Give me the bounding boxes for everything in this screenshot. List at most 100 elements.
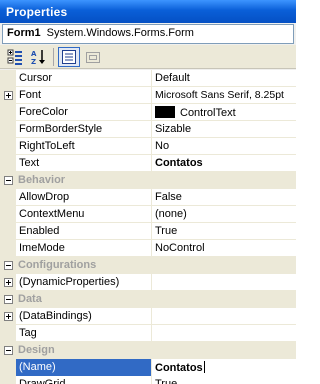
property-name[interactable]: ContextMenu [16, 206, 152, 223]
property-row-drawgrid[interactable]: DrawGrid True [0, 376, 296, 384]
property-value-text: (none) [155, 208, 187, 220]
property-value[interactable]: True [152, 223, 296, 240]
toolbar-separator [53, 48, 54, 66]
category-design[interactable]: Design [0, 342, 296, 359]
property-name[interactable]: AllowDrop [16, 189, 152, 206]
row-margin [0, 70, 16, 87]
object-type: System.Windows.Forms.Form [46, 27, 194, 39]
property-row-forecolor[interactable]: ForeColor ControlText [0, 104, 296, 121]
property-row-formborderstyle[interactable]: FormBorderStyle Sizable [0, 121, 296, 138]
property-pages-icon [86, 52, 100, 63]
category-data[interactable]: Data [0, 291, 296, 308]
collapse-icon[interactable] [4, 346, 13, 355]
property-name[interactable]: DrawGrid [16, 376, 152, 384]
property-row-contextmenu[interactable]: ContextMenu (none) [0, 206, 296, 223]
text-caret [203, 361, 205, 373]
property-row-enabled[interactable]: Enabled True [0, 223, 296, 240]
categorized-button[interactable] [4, 47, 26, 67]
property-value[interactable]: NoControl [152, 240, 296, 257]
window-title: Properties [0, 0, 296, 23]
row-margin [0, 376, 16, 384]
categorized-icon [7, 49, 22, 65]
property-name[interactable]: Font [16, 87, 152, 104]
svg-text:Z: Z [31, 58, 36, 65]
property-value[interactable]: True [152, 376, 296, 384]
properties-window: Properties Form1 System.Windows.Forms.For… [0, 0, 296, 384]
category-configurations[interactable]: Configurations [0, 257, 296, 274]
property-value[interactable]: Sizable [152, 121, 296, 138]
expand-icon[interactable] [4, 278, 13, 287]
property-value-text: ControlText [180, 107, 236, 119]
expand-icon[interactable] [4, 312, 13, 321]
property-value-text: False [155, 191, 182, 203]
property-row-text[interactable]: Text Contatos [0, 155, 296, 172]
property-name[interactable]: Cursor [16, 70, 152, 87]
property-name[interactable]: Text [16, 155, 152, 172]
row-margin [0, 121, 16, 138]
category-behavior[interactable]: Behavior [0, 172, 296, 189]
property-name[interactable]: ImeMode [16, 240, 152, 257]
row-margin [0, 274, 16, 291]
row-margin [0, 240, 16, 257]
properties-toolbar: A Z [0, 45, 296, 69]
expand-icon[interactable] [4, 91, 13, 100]
property-row-databindings[interactable]: (DataBindings) [0, 308, 296, 325]
alphabetical-icon: A Z [31, 50, 45, 65]
collapse-icon[interactable] [4, 176, 13, 185]
property-value[interactable] [152, 308, 296, 325]
property-value[interactable]: No [152, 138, 296, 155]
property-value[interactable] [152, 325, 296, 342]
row-margin [0, 189, 16, 206]
property-name[interactable]: FormBorderStyle [16, 121, 152, 138]
properties-button[interactable] [58, 47, 80, 67]
property-pages-button[interactable] [82, 47, 104, 67]
row-margin [0, 325, 16, 342]
collapse-icon[interactable] [4, 295, 13, 304]
property-name[interactable]: (Name) [16, 359, 152, 376]
property-row-name[interactable]: (Name) Contatos [0, 359, 296, 376]
property-value-text: Contatos [155, 362, 203, 374]
property-name[interactable]: RightToLeft [16, 138, 152, 155]
property-value[interactable]: False [152, 189, 296, 206]
object-selector[interactable]: Form1 System.Windows.Forms.Form [2, 24, 294, 44]
property-name[interactable]: (DynamicProperties) [16, 274, 152, 291]
svg-text:A: A [31, 50, 37, 58]
property-value[interactable]: Contatos [152, 359, 296, 376]
property-value[interactable]: ControlText [152, 104, 296, 121]
properties-icon [62, 50, 76, 64]
property-row-cursor[interactable]: Cursor Default [0, 70, 296, 87]
property-row-dynamicproperties[interactable]: (DynamicProperties) [0, 274, 296, 291]
property-value-text: NoControl [155, 242, 205, 254]
row-margin [0, 308, 16, 325]
row-margin [0, 155, 16, 172]
property-row-allowdrop[interactable]: AllowDrop False [0, 189, 296, 206]
property-name[interactable]: Enabled [16, 223, 152, 240]
row-margin [0, 87, 16, 104]
category-label: Configurations [18, 259, 97, 271]
property-grid: Cursor Default Font Microsoft Sans Serif, 8… [0, 70, 296, 384]
property-row-font[interactable]: Font Microsoft Sans Serif, 8.25pt [0, 87, 296, 104]
property-value-text: True [155, 378, 178, 384]
alphabetical-button[interactable]: A Z [28, 47, 50, 67]
collapse-icon[interactable] [4, 261, 13, 270]
property-row-righttoleft[interactable]: RightToLeft No [0, 138, 296, 155]
property-value[interactable]: Microsoft Sans Serif, 8.25pt [152, 87, 296, 104]
property-value[interactable]: Contatos [152, 155, 296, 172]
property-value-text: Contatos [155, 157, 203, 169]
color-swatch [155, 106, 175, 118]
row-margin [0, 359, 16, 376]
property-value[interactable]: (none) [152, 206, 296, 223]
property-name[interactable]: ForeColor [16, 104, 152, 121]
row-margin [0, 206, 16, 223]
category-label: Behavior [18, 174, 66, 186]
property-name[interactable]: Tag [16, 325, 152, 342]
row-margin [0, 104, 16, 121]
property-name[interactable]: (DataBindings) [16, 308, 152, 325]
property-row-imemode[interactable]: ImeMode NoControl [0, 240, 296, 257]
property-value[interactable]: Default [152, 70, 296, 87]
property-value-text: No [155, 140, 170, 152]
object-name: Form1 [7, 27, 41, 39]
property-value[interactable] [152, 274, 296, 291]
property-row-tag[interactable]: Tag [0, 325, 296, 342]
property-value-text: Default [155, 72, 190, 84]
